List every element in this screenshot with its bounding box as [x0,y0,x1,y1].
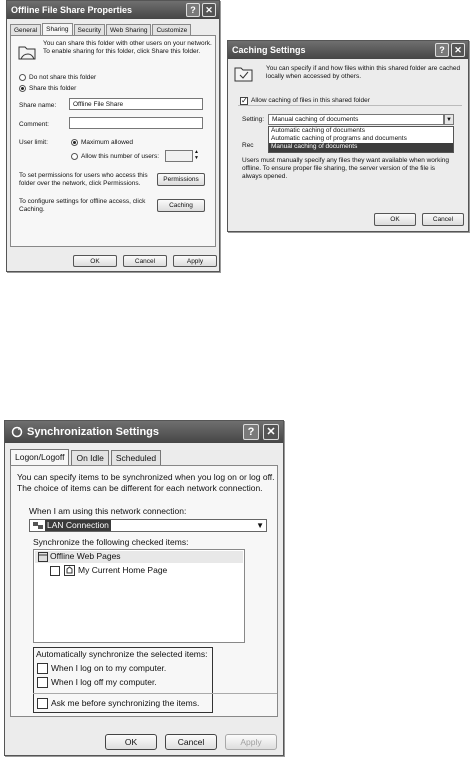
window-title: Offline File Share Properties [11,5,133,15]
allow-number-label: Allow this number of users: [81,153,160,160]
offline-folder-icon [234,67,253,82]
permissions-button[interactable]: Permissions [157,173,205,186]
logoff-checkbox[interactable] [37,677,48,688]
user-limit-label: User limit: [19,139,48,146]
allow-number-radio[interactable] [71,153,78,160]
tab-logon-logoff[interactable]: Logon/Logoff [10,449,70,466]
sync-icon [11,426,23,438]
help-icon[interactable]: ? [186,3,200,17]
window-title: Synchronization Settings [27,426,160,438]
close-icon[interactable]: ✕ [202,3,216,17]
title-bar: Synchronization Settings ? ✕ [5,421,283,443]
allow-caching-label: Allow caching of files in this shared fo… [251,97,370,104]
share-folder-radio[interactable] [19,85,26,92]
ask-before-sync-label: Ask me before synchronizing the items. [51,698,200,708]
divider [238,105,462,106]
do-not-share-radio[interactable] [19,74,26,81]
comment-label: Comment: [19,121,49,128]
logon-logoff-panel: You can specify items to be synchronized… [10,465,278,717]
ok-button[interactable]: OK [105,734,157,750]
share-name-input[interactable]: Offline File Share [69,98,203,110]
setting-selected-value: Manual caching of documents [272,116,359,123]
item-group-row[interactable]: Offline Web Pages [35,551,243,563]
maximum-allowed-label: Maximum allowed [81,139,134,146]
setting-options-list: Automatic caching of documents Automatic… [268,126,454,153]
network-icon [33,522,43,529]
maximum-allowed-radio[interactable] [71,139,78,146]
sync-intro-line-2: The choice of items can be different for… [17,483,263,493]
items-label: Synchronize the following checked items: [33,537,189,547]
sharing-intro-text: You can share this folder with other use… [43,40,212,55]
help-icon[interactable]: ? [243,424,259,440]
allow-caching-checkbox[interactable]: ✓ [240,97,248,105]
connection-label: When I am using this network connection: [29,506,187,516]
option-automatic-documents[interactable]: Automatic caching of documents [269,127,453,135]
user-count-spinner[interactable] [165,150,193,162]
logoff-label: When I log off my computer. [51,677,157,687]
caching-button[interactable]: Caching [157,199,205,212]
close-icon[interactable]: ✕ [451,43,465,57]
ok-button[interactable]: OK [374,213,416,226]
close-icon[interactable]: ✕ [263,424,279,440]
connection-selected-value: LAN Connection [45,520,111,531]
caching-note-text: Users must manually specify any files th… [242,157,450,180]
title-bar: Offline File Share Properties ? ✕ [7,1,219,19]
apply-button[interactable]: Apply [225,734,277,750]
sync-intro-line-1: You can specify items to be synchronized… [17,472,275,482]
setting-label: Setting: [242,116,265,123]
ask-before-sync-checkbox[interactable] [37,698,48,709]
caching-text: To configure settings for offline access… [19,198,146,213]
logon-label: When I log on to my computer. [51,663,167,673]
option-automatic-programs[interactable]: Automatic caching of programs and docume… [269,135,453,143]
divider [33,693,277,694]
permissions-text: To set permissions for users who access … [19,172,148,187]
caching-settings-window: Caching Settings ? ✕ You can specify if … [227,40,469,232]
cancel-button[interactable]: Cancel [422,213,464,226]
web-pages-icon [38,552,48,562]
auto-sync-label: Automatically synchronize the selected i… [36,649,208,659]
connection-dropdown[interactable]: LAN Connection ▼ [29,519,267,532]
apply-button[interactable]: Apply [173,255,217,267]
synchronization-settings-window: Synchronization Settings ? ✕ Logon/Logof… [4,420,284,756]
home-page-checkbox[interactable] [50,566,60,576]
setting-dropdown[interactable]: Manual caching of documents [268,114,444,125]
option-manual-documents[interactable]: Manual caching of documents [269,143,453,152]
title-bar: Caching Settings ? ✕ [228,41,468,59]
ok-button[interactable]: OK [73,255,117,267]
dropdown-arrow-icon[interactable]: ▼ [256,521,264,530]
comment-input[interactable] [69,117,203,129]
do-not-share-label: Do not share this folder [29,74,97,81]
partial-label: Rec [242,142,254,149]
help-icon[interactable]: ? [435,43,449,57]
dropdown-arrow-icon[interactable]: ▼ [444,114,454,125]
home-page-icon [64,565,75,576]
logon-checkbox[interactable] [37,663,48,674]
cancel-button[interactable]: Cancel [123,255,167,267]
sharing-panel: You can share this folder with other use… [10,35,216,247]
home-page-label: My Current Home Page [78,565,168,575]
sync-items-list: Offline Web Pages My Current Home Page [33,549,245,643]
offline-share-properties-window: Offline File Share Properties ? ✕ Genera… [6,0,220,272]
share-folder-label: Share this folder [29,85,77,92]
item-group-label: Offline Web Pages [50,551,121,561]
share-name-label: Share name: [19,102,57,109]
caching-intro-text: You can specify if and how files within … [266,65,461,80]
window-title: Caching Settings [232,45,306,55]
cancel-button[interactable]: Cancel [165,734,217,750]
shared-folder-icon [18,46,36,60]
spinner-arrows-icon[interactable]: ▲ ▼ [194,149,199,161]
